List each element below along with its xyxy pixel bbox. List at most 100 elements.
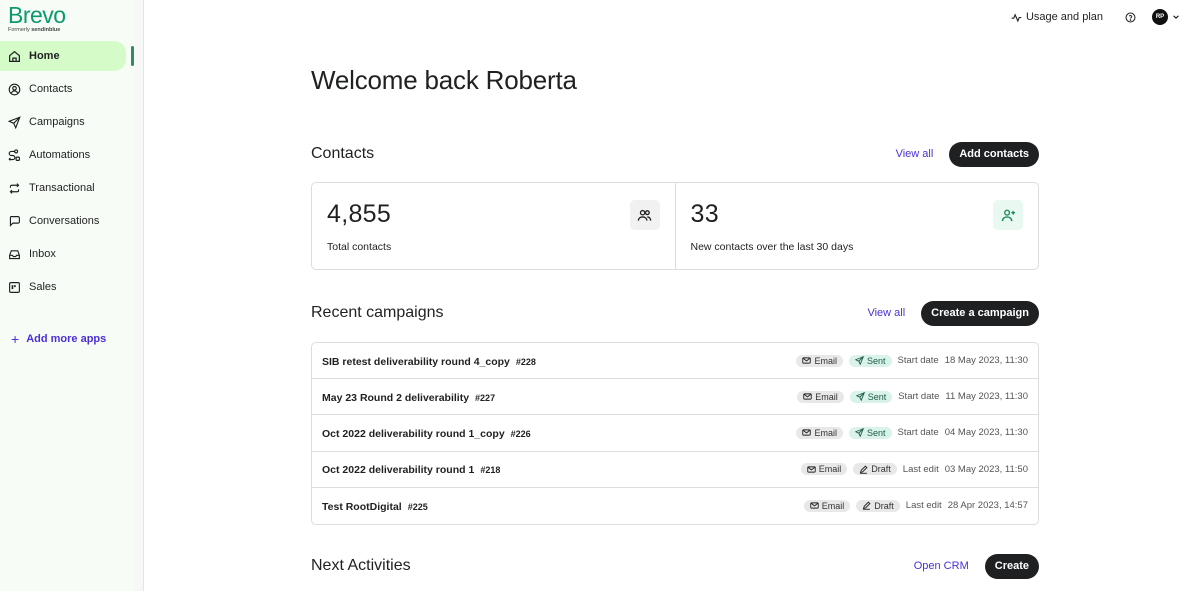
campaign-id: #228 [515, 356, 536, 367]
channel-badge: Email [800, 463, 848, 476]
sidebar: Brevo Formerly sendinblue Home Contacts … [0, 0, 134, 591]
chevron-down-icon[interactable] [1172, 13, 1180, 21]
add-more-apps-link[interactable]: + Add more apps [11, 332, 106, 346]
status-badge: Sent [849, 354, 892, 367]
date-label: Start date [897, 355, 939, 367]
channel-badge-label: Email [814, 355, 837, 366]
campaign-row[interactable]: Oct 2022 deliverability round 1_copy #226… [312, 415, 1038, 452]
envelope-icon [803, 393, 812, 400]
sidebar-item-label: Home [29, 50, 60, 62]
date-value: 18 May 2023, 11:30 [944, 355, 1028, 367]
envelope-icon [807, 466, 816, 473]
channel-badge: Email [796, 354, 843, 367]
paper-plane-icon [855, 356, 864, 366]
contacts-view-all-link[interactable]: View all [896, 148, 934, 160]
help-icon [1125, 12, 1136, 22]
sidebar-item-transactional[interactable]: Transactional [0, 173, 126, 203]
sidebar-item-campaigns[interactable]: Campaigns [0, 107, 126, 137]
contacts-section-header: Contacts View all Add contacts [311, 141, 1039, 167]
sidebar-item-contacts[interactable]: Contacts [0, 74, 126, 104]
add-contacts-button[interactable]: Add contacts [949, 141, 1039, 167]
campaign-row[interactable]: Oct 2022 deliverability round 1 #218 Email… [312, 452, 1038, 488]
campaigns-section-title: Recent campaigns [311, 304, 444, 321]
pencil-icon [863, 501, 871, 511]
campaign-title: Oct 2022 deliverability round 1_copy #226 [322, 424, 531, 442]
add-user-icon [1001, 209, 1015, 221]
top-bar: Usage and plan RP [1011, 8, 1180, 26]
campaign-title: May 23 Round 2 deliverability #227 [322, 388, 495, 406]
sidebar-item-sales[interactable]: Sales [0, 272, 126, 302]
logo-tagline-name: sendinblue [31, 27, 61, 33]
campaign-id: #225 [407, 501, 428, 512]
campaign-meta: Email Draft Last edit 03 May 2023, 11:50 [800, 463, 1028, 476]
usage-and-plan-button[interactable]: Usage and plan [1011, 11, 1103, 23]
campaign-meta: Email Draft Last edit 28 Apr 2023, 14:57 [803, 499, 1028, 512]
create-activity-button[interactable]: Create [984, 553, 1039, 579]
stat-label: New contacts over the last 30 days [690, 241, 854, 253]
inbox-icon [9, 249, 20, 259]
help-button[interactable] [1125, 12, 1136, 23]
logo-tagline-prefix: Formerly [8, 27, 30, 33]
active-nav-indicator [131, 46, 134, 66]
envelope-icon [802, 429, 812, 437]
sidebar-item-home[interactable]: Home [0, 41, 126, 71]
campaign-row[interactable]: SIB retest deliverability round 4_copy #2… [312, 343, 1038, 380]
total-contacts-stat[interactable]: 4,855 Total contacts [312, 183, 675, 269]
campaign-meta: Email Sent Start date 18 May 2023, 11:30 [796, 354, 1028, 367]
campaign-name: May 23 Round 2 deliverability [322, 391, 470, 404]
users-icon [637, 209, 652, 221]
date-value: 28 Apr 2023, 14:57 [947, 500, 1028, 512]
campaign-title: SIB retest deliverability round 4_copy #2… [322, 352, 536, 370]
avatar[interactable]: RP [1152, 9, 1168, 25]
envelope-icon [802, 357, 812, 364]
campaign-name: Oct 2022 deliverability round 1 [322, 464, 475, 477]
sidebar-collapse-rail[interactable] [134, 0, 144, 591]
status-badge-label: Sent [867, 355, 886, 366]
status-badge: Draft [856, 499, 900, 512]
channel-badge: Email [796, 426, 843, 439]
sidebar-item-inbox[interactable]: Inbox [0, 239, 126, 269]
paper-plane-icon [8, 115, 21, 129]
date-label: Start date [898, 391, 940, 403]
create-campaign-button[interactable]: Create a campaign [921, 300, 1039, 326]
channel-badge-label: Email [815, 391, 838, 402]
stat-value: 33 [690, 200, 719, 228]
open-crm-link[interactable]: Open CRM [914, 560, 969, 572]
status-badge: Sent [849, 390, 893, 403]
paper-plane-icon [855, 392, 865, 402]
status-badge: Sent [849, 426, 892, 439]
date-label: Last edit [902, 463, 939, 475]
new-contacts-stat[interactable]: 33 New contacts over the last 30 days [674, 183, 1039, 269]
sidebar-item-automations[interactable]: Automations [0, 140, 126, 170]
status-badge-label: Sent [867, 427, 886, 438]
campaign-id: #227 [475, 392, 496, 403]
campaign-name: Test RootDigital [322, 500, 402, 513]
status-badge-label: Draft [871, 464, 891, 475]
stat-icon-box [993, 200, 1023, 230]
campaign-id: #218 [480, 465, 501, 476]
sidebar-nav: Home Contacts Campaigns Automations Tran… [0, 41, 126, 305]
sidebar-item-label: Contacts [29, 83, 73, 95]
campaigns-view-all-link[interactable]: View all [867, 307, 905, 319]
usage-and-plan-label: Usage and plan [1025, 11, 1103, 23]
campaigns-section-header: Recent campaigns View all Create a campa… [311, 300, 1039, 326]
date-label: Last edit [905, 500, 942, 512]
sidebar-item-label: Transactional [29, 182, 95, 194]
campaign-title: Test RootDigital #225 [322, 497, 428, 515]
sidebar-item-label: Conversations [29, 215, 100, 227]
home-icon [9, 50, 20, 62]
status-badge-label: Draft [874, 500, 894, 511]
campaign-name: Oct 2022 deliverability round 1_copy [322, 427, 505, 440]
date-value: 03 May 2023, 11:50 [944, 463, 1028, 475]
sidebar-item-conversations[interactable]: Conversations [0, 206, 126, 236]
status-badge: Draft [853, 463, 897, 476]
brevo-logo[interactable]: Brevo Formerly sendinblue [8, 3, 66, 33]
campaign-row[interactable]: Test RootDigital #225 Email Draft Last edit 2… [312, 488, 1038, 524]
activity-icon [1011, 12, 1022, 22]
pencil-icon [860, 465, 868, 474]
channel-badge-label: Email [821, 500, 845, 511]
campaign-meta: Email Sent Start date 04 May 2023, 11:30 [796, 426, 1028, 439]
campaign-row[interactable]: May 23 Round 2 deliverability #227 Email Se… [312, 379, 1038, 416]
contacts-section-title: Contacts [311, 145, 375, 162]
paper-plane-icon [855, 428, 864, 438]
